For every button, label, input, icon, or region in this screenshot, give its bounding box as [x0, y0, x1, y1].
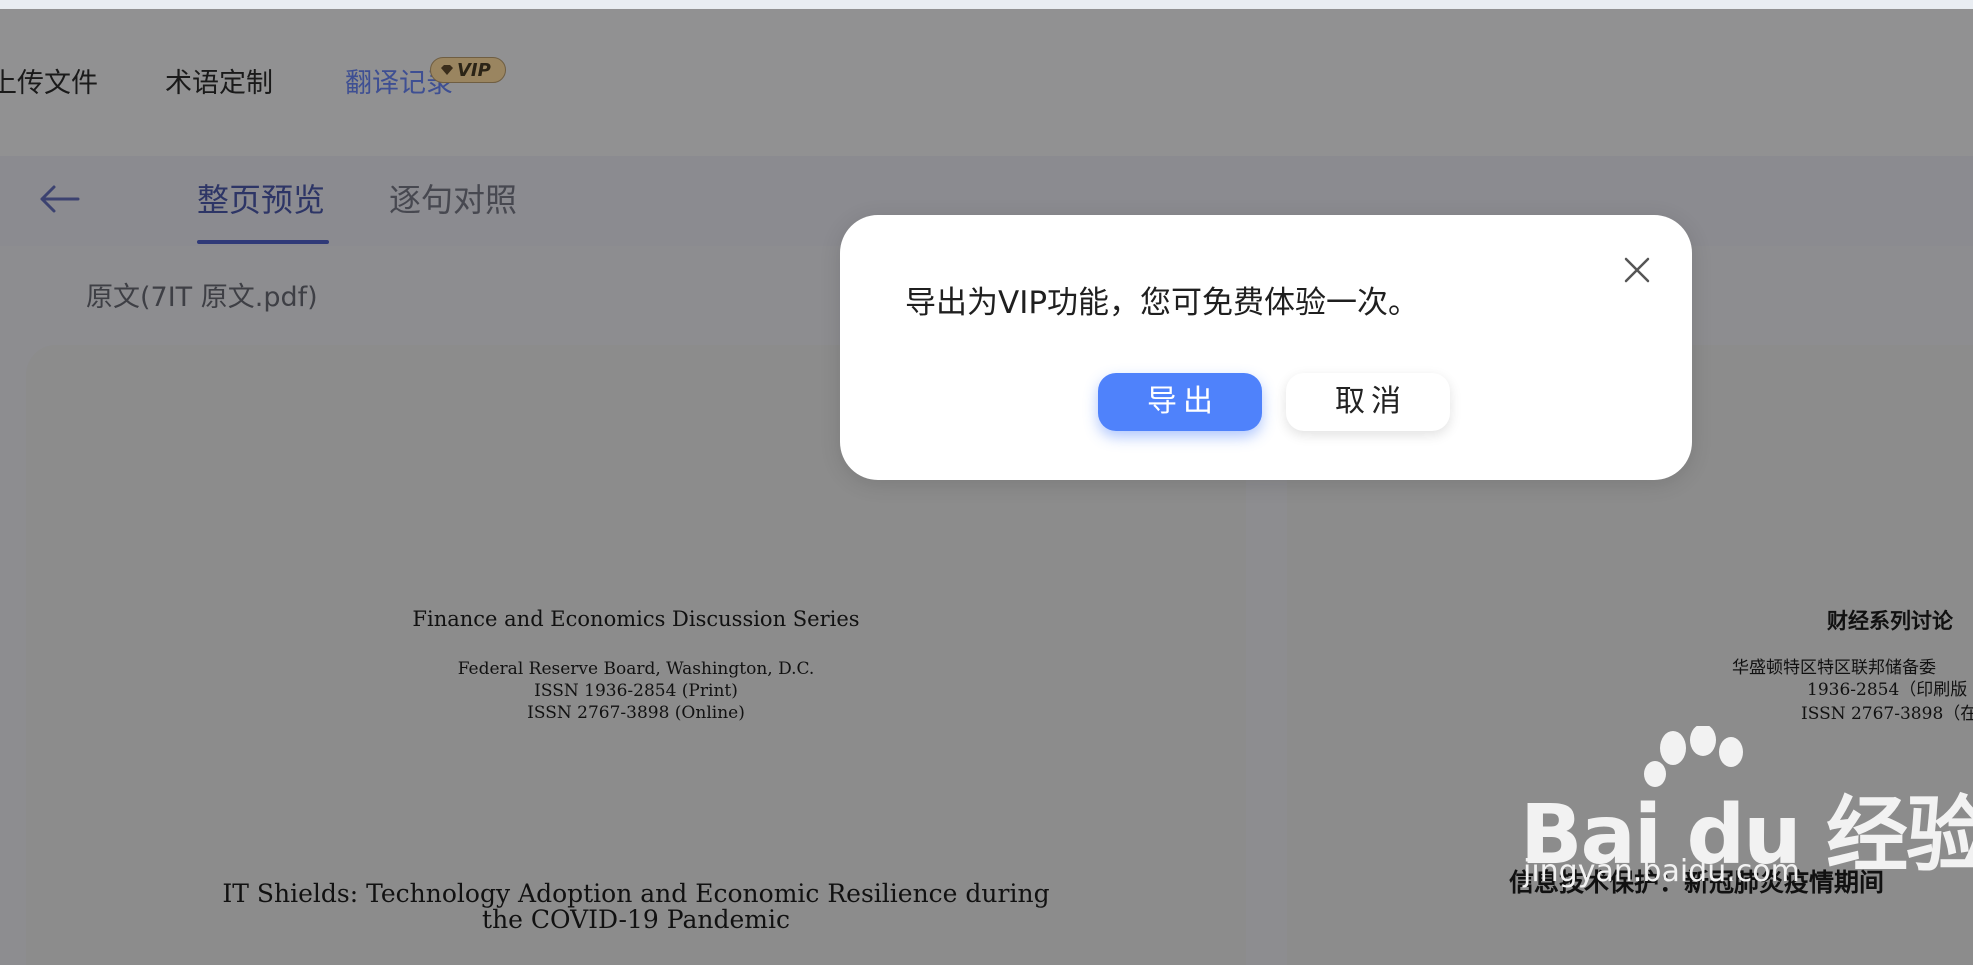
vip-badge-label: VIP — [457, 60, 491, 81]
diamond-icon — [441, 65, 453, 75]
back-arrow-icon[interactable] — [38, 184, 80, 214]
export-button[interactable]: 导出 — [1098, 373, 1262, 431]
cancel-button[interactable]: 取消 — [1286, 373, 1450, 431]
doc-issn-online: ISSN 2767-3898 (Online) — [527, 703, 745, 723]
tab-sentence-comparison[interactable]: 逐句对照 — [389, 178, 517, 222]
vip-badge: VIP — [430, 57, 506, 83]
window-top-strip — [0, 0, 1973, 9]
source-file-label: 原文(7IT 原文.pdf) — [86, 282, 318, 313]
vip-export-dialog: 导出为VIP功能，您可免费体验一次。 导出 取消 — [840, 215, 1692, 480]
baidu-jingyan-watermark: Bai du 经验 jingyan.baidu.com — [1515, 726, 1973, 898]
doc-issn-print: ISSN 1936-2854 (Print) — [534, 681, 738, 701]
nav-upload-file[interactable]: 上传文件 — [0, 64, 98, 104]
doc-paper-title-line-1: IT Shields: Technology Adoption and Econ… — [222, 879, 1050, 908]
translated-issn-online: ISSN 2767-3898（在线 — [1801, 704, 1973, 724]
active-tab-indicator — [197, 240, 329, 244]
translated-series-title: 财经系列讨论 — [1827, 609, 1953, 633]
dialog-message: 导出为VIP功能，您可免费体验一次。 — [905, 285, 1420, 321]
nav-term-customization[interactable]: 术语定制 — [165, 64, 273, 104]
top-navigation: 上传文件 术语定制 翻译记录 VIP — [0, 9, 1973, 156]
close-icon[interactable] — [1622, 255, 1652, 285]
doc-publisher-line: Federal Reserve Board, Washington, D.C. — [457, 659, 815, 679]
doc-paper-title-line-2: the COVID-19 Pandemic — [482, 905, 790, 934]
tab-full-page-preview[interactable]: 整页预览 — [197, 178, 325, 222]
translated-issn-print: 1936-2854（印刷版 — [1807, 680, 1968, 700]
doc-series-title: Finance and Economics Discussion Series — [412, 607, 860, 631]
watermark-url: jingyan.baidu.com — [1523, 854, 1800, 889]
